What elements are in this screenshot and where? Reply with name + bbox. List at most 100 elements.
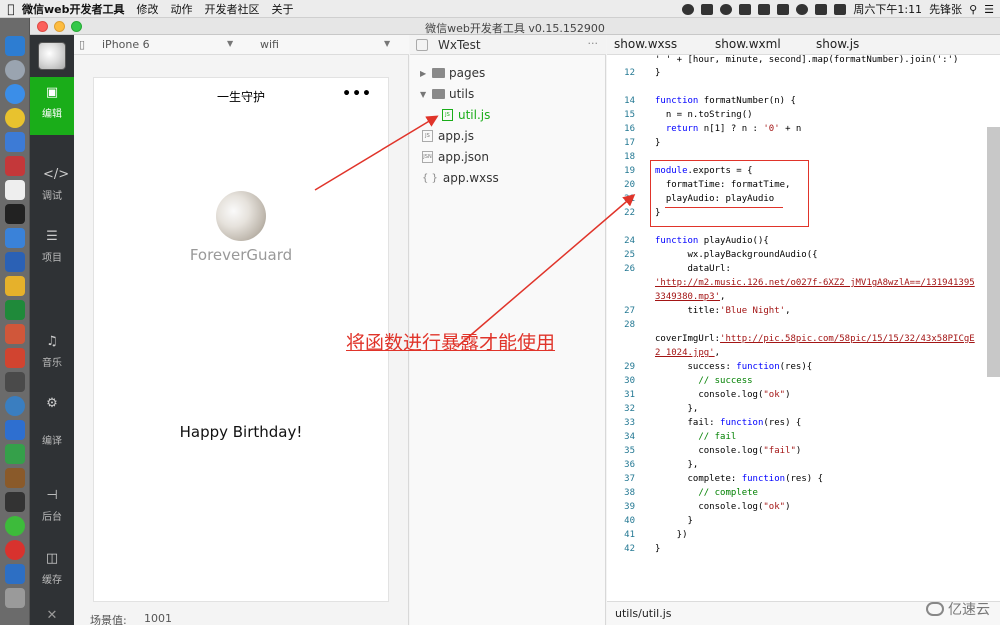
tool-cache[interactable]: ◫ 缓存 (30, 543, 74, 601)
app-icon[interactable] (5, 468, 25, 488)
code-line: 40 } (624, 516, 693, 526)
finder-icon[interactable] (5, 36, 25, 56)
tab-show-js[interactable]: show.js (816, 37, 859, 51)
netease-music-icon[interactable] (5, 540, 25, 560)
tab-show-wxml[interactable]: show.wxml (715, 37, 781, 51)
wechat-icon[interactable] (5, 516, 25, 536)
debug-icon: </> (43, 167, 70, 182)
tool-background[interactable]: ⊣ 后台 (30, 480, 74, 538)
code-line: 12} (624, 68, 661, 78)
tool-sidebar: ▣ 编辑 </> 调试 ☰ 项目 ♫ 音乐 ⚙ 编译 ⊣ 后台 ◫ 缓存 ✕ (30, 35, 74, 625)
code-area[interactable]: ' ' + [hour, minute, second].map(formatN… (607, 55, 987, 609)
app-icon[interactable] (5, 324, 25, 344)
cache-icon: ◫ (45, 551, 59, 566)
wechat-icon[interactable] (720, 3, 733, 15)
code-line: 26 dataUrl: (624, 264, 731, 274)
apple-icon[interactable]:  (0, 2, 22, 16)
tree-file-appwxss[interactable]: { } app.wxss (422, 169, 499, 187)
network-select[interactable]: wifi (260, 38, 279, 51)
project-icon (416, 39, 428, 51)
status-icon[interactable] (701, 3, 714, 15)
bluetooth-icon[interactable] (777, 3, 790, 15)
excel-icon[interactable] (5, 300, 25, 320)
trash-icon[interactable] (5, 588, 25, 608)
mac-dock (0, 18, 30, 625)
menubar-clock[interactable]: 周六下午1:11 (853, 1, 922, 17)
js-file-icon: JS (442, 109, 453, 121)
search-icon[interactable]: ⚲ (969, 3, 977, 16)
project-icon: ☰ (46, 229, 58, 244)
app-icon[interactable] (5, 348, 25, 368)
more-menu-button[interactable]: ••• (342, 86, 372, 102)
tool-compile[interactable]: ⚙ 编译 (30, 388, 74, 450)
menubar-user[interactable]: 先锋张 (929, 1, 962, 17)
window-titlebar: 微信web开发者工具 v0.15.152900 (30, 18, 1000, 35)
app-icon[interactable] (5, 372, 25, 392)
launchpad-icon[interactable] (5, 60, 25, 80)
simulator-toolbar: iPhone 6 ▼ wifi ▼ ▯ (74, 35, 409, 55)
tool-debug[interactable]: </> 调试 (30, 159, 74, 217)
menu-community[interactable]: 开发者社区 (205, 1, 260, 17)
device-select[interactable]: iPhone 6 (102, 38, 150, 51)
word-icon[interactable] (5, 252, 25, 272)
menu-edit[interactable]: 修改 (137, 1, 159, 17)
tool-project[interactable]: ☰ 项目 (30, 221, 74, 279)
tree-file-appjson[interactable]: JSN app.json (422, 148, 489, 166)
code-line: 'http://m2.music.126.net/o027f-6XZ2_jMV1… (655, 278, 975, 288)
js-file-icon: JS (422, 130, 433, 142)
code-icon: ▣ (45, 85, 59, 100)
status-icon[interactable] (739, 3, 752, 15)
code-line: coverImgUrl:'http://pic.58pic.com/58pic/… (655, 334, 975, 344)
tree-file-utiljs[interactable]: JS util.js (442, 106, 490, 124)
terminal-icon[interactable] (5, 204, 25, 224)
profile-avatar[interactable] (216, 191, 266, 241)
code-line: 17} (624, 138, 661, 148)
app-icon[interactable] (5, 156, 25, 176)
chevron-down-icon: ▼ (420, 89, 427, 99)
app-icon[interactable] (5, 228, 25, 248)
code-line: 32 }, (624, 404, 699, 414)
editor-scrollbar[interactable] (987, 127, 1000, 377)
menu-about[interactable]: 关于 (272, 1, 294, 17)
wifi-icon[interactable] (796, 3, 809, 15)
scene-label: 场景值: (90, 614, 127, 625)
notes-icon[interactable] (5, 180, 25, 200)
watermark-text: 亿速云 (948, 602, 990, 618)
watermark-logo-icon (926, 602, 944, 616)
tree-item-label: pages (449, 66, 486, 80)
airplay-icon[interactable] (758, 3, 771, 15)
safari-icon[interactable] (5, 84, 25, 104)
tool-music[interactable]: ♫ 音乐 (30, 326, 74, 384)
tree-file-appjs[interactable]: JS app.js (422, 127, 474, 145)
app-icon[interactable] (5, 420, 25, 440)
app-icon[interactable] (5, 564, 25, 584)
app-icon[interactable] (5, 444, 25, 464)
status-icon[interactable] (682, 3, 695, 15)
menu-action[interactable]: 动作 (171, 1, 193, 17)
app-icon[interactable] (5, 492, 25, 512)
chevron-down-icon[interactable]: ▼ (227, 39, 233, 48)
code-line: 25 wx.playBackgroundAudio({ (624, 250, 818, 260)
battery-icon[interactable] (815, 3, 828, 15)
input-method-icon[interactable] (834, 3, 847, 15)
menubar-status-area: 周六下午1:11 先锋张 ⚲ ☰ (682, 0, 994, 18)
app-icon[interactable] (5, 396, 25, 416)
close-icon[interactable]: ✕ (30, 608, 74, 623)
code-line: 38 // complete (624, 488, 758, 498)
tab-show-wxss[interactable]: show.wxss (614, 37, 677, 51)
app-icon[interactable] (5, 132, 25, 152)
chevron-down-icon[interactable]: ▼ (384, 39, 390, 48)
tool-edit[interactable]: ▣ 编辑 (30, 77, 74, 135)
phone-icon: ▯ (79, 38, 86, 51)
list-icon[interactable]: ☰ (984, 3, 994, 16)
chrome-icon[interactable] (5, 108, 25, 128)
more-options-button[interactable]: ··· (588, 37, 599, 50)
tree-item-label: app.js (438, 129, 474, 143)
tree-folder-utils[interactable]: ▼ utils (420, 85, 474, 103)
background-icon: ⊣ (46, 488, 58, 503)
app-icon[interactable] (5, 276, 25, 296)
tree-folder-pages[interactable]: ▶ pages (420, 64, 485, 82)
menu-app-name[interactable]: 微信web开发者工具 (22, 1, 125, 17)
user-avatar[interactable] (38, 42, 66, 70)
editor-tabs: show.wxss show.wxml show.js (607, 35, 1000, 55)
